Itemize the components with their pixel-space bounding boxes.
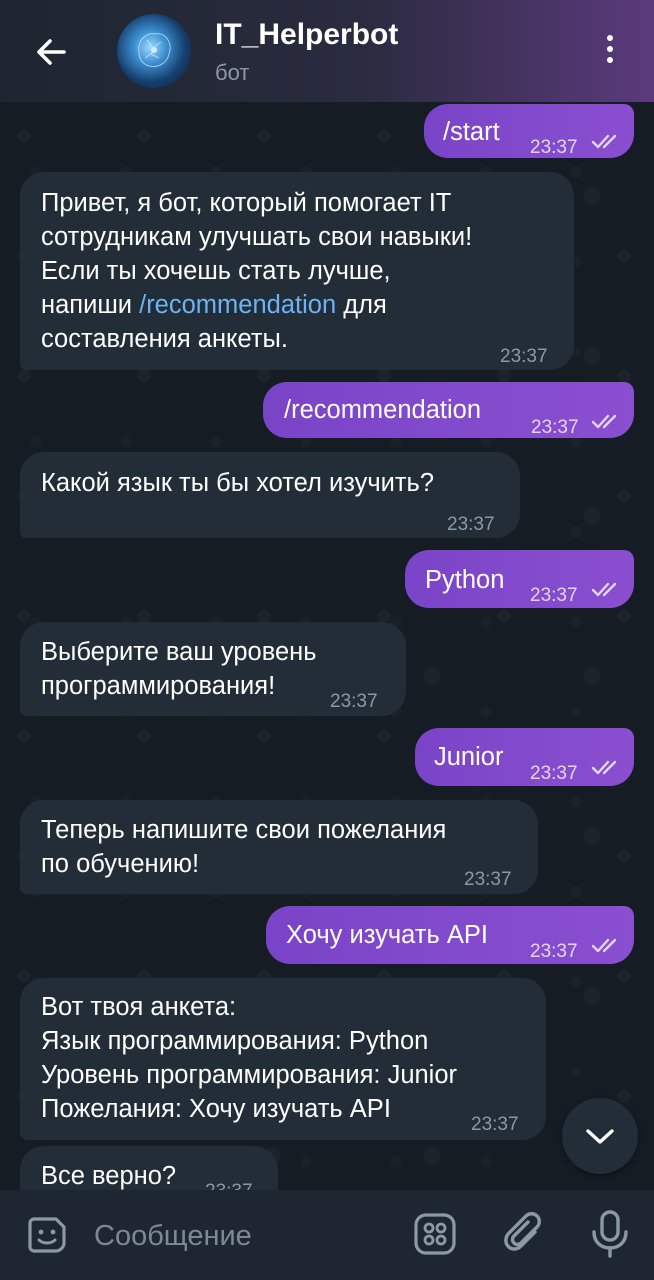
message-time: 23:37 [500, 346, 548, 367]
sticker-emoji-icon [28, 1217, 66, 1253]
voice-record-button[interactable] [588, 1208, 632, 1260]
message-incoming[interactable]: Теперь напишите свои пожелания по обучен… [20, 800, 538, 894]
message-time: 23:37 [471, 1114, 519, 1135]
message-outgoing[interactable]: /recommendation 23:37 [263, 382, 634, 438]
attach-button[interactable] [502, 1210, 546, 1258]
message-incoming[interactable]: Выберите ваш уровень программирования! 2… [20, 622, 406, 716]
message-time: 23:37 [447, 514, 495, 535]
message-time: 23:37 [530, 137, 578, 158]
double-check-icon [591, 760, 617, 775]
microphone-icon [592, 1210, 628, 1258]
message-time: 23:37 [531, 417, 579, 438]
chevron-down-icon [586, 1129, 614, 1144]
back-arrow-icon [37, 39, 66, 65]
chat-title[interactable]: IT_Helperbot [215, 18, 398, 52]
apps-button[interactable] [412, 1211, 458, 1257]
chat-subtitle: бот [215, 60, 250, 85]
more-vertical-icon [596, 35, 624, 63]
message-time: 23:37 [530, 941, 578, 962]
message-input[interactable] [92, 1214, 396, 1258]
message-incoming[interactable]: Вот твоя анкета: Язык программирования: … [20, 978, 546, 1140]
message-time: 23:37 [530, 763, 578, 784]
message-time: 23:37 [530, 585, 578, 606]
message-incoming[interactable]: Привет, я бот, который помогает IT сотру… [20, 172, 574, 370]
apps-grid-icon [414, 1213, 456, 1255]
paperclip-icon [504, 1212, 541, 1251]
double-check-icon [591, 134, 617, 149]
back-button[interactable] [30, 30, 74, 74]
double-check-icon [591, 938, 617, 953]
more-menu-button[interactable] [596, 32, 624, 72]
message-outgoing[interactable]: Python 23:37 [405, 550, 634, 608]
message-time: 23:37 [330, 691, 378, 712]
double-check-icon [591, 414, 617, 429]
bot-avatar[interactable] [117, 14, 191, 88]
message-time: 23:37 [464, 869, 512, 890]
message-incoming[interactable]: Какой язык ты бы хотел изучить? 23:37 [20, 452, 520, 538]
double-check-icon [591, 582, 617, 597]
emoji-button[interactable] [26, 1213, 70, 1257]
message-outgoing[interactable]: Junior 23:37 [415, 728, 634, 786]
message-outgoing[interactable]: /start 23:37 [424, 104, 634, 158]
recommendation-command-link[interactable]: /recommendation [139, 291, 336, 319]
message-outgoing[interactable]: Хочу изучать API 23:37 [266, 906, 634, 964]
chat-header: IT_Helperbot бот [0, 0, 654, 102]
scroll-down-button[interactable] [562, 1098, 638, 1174]
